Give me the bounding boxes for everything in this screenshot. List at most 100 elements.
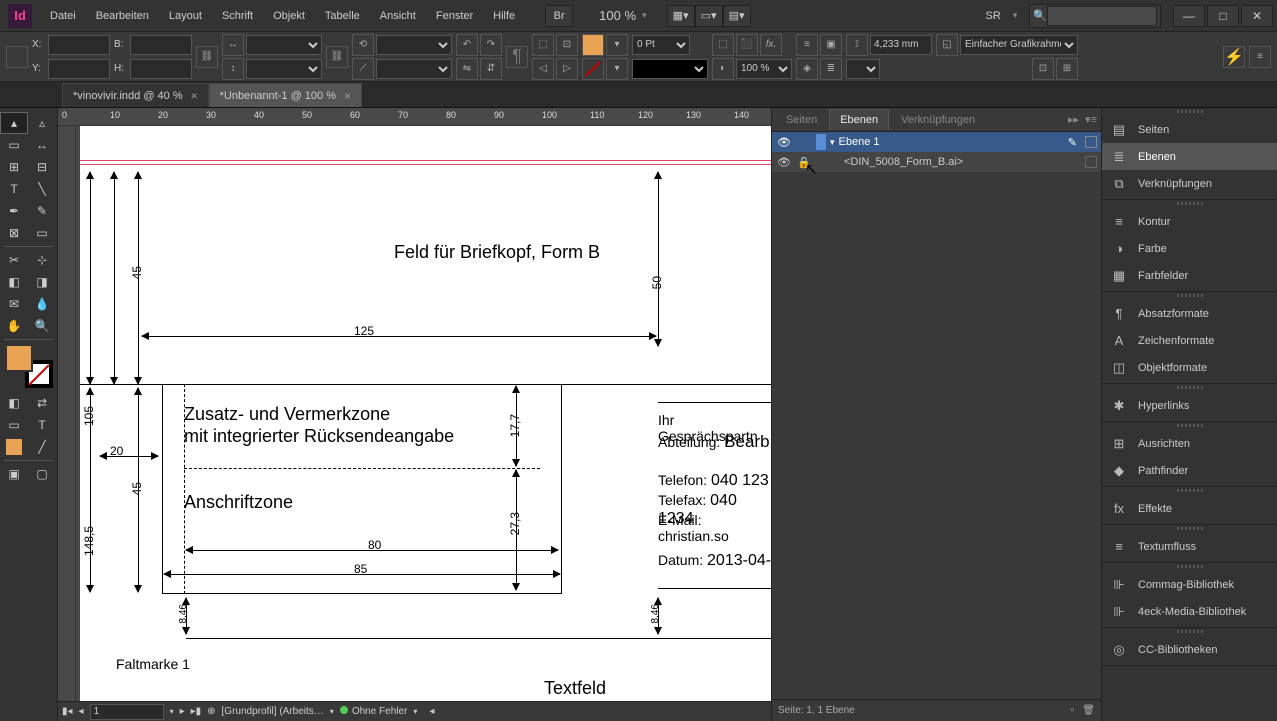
scroll-left-icon[interactable]: ◂: [429, 706, 434, 717]
panel-button-objektformate[interactable]: ◫Objektformate: [1102, 354, 1277, 381]
apply-none-button[interactable]: ╱: [28, 436, 56, 458]
open-icon[interactable]: ⊕: [207, 706, 215, 717]
menu-datei[interactable]: Datei: [40, 10, 86, 22]
fill-color[interactable]: [5, 344, 33, 372]
gradient-swatch-tool[interactable]: ◧: [0, 271, 28, 293]
page-number-input[interactable]: [90, 704, 164, 720]
panel-button-farbfelder[interactable]: ▦Farbfelder: [1102, 262, 1277, 289]
constrain-proportions-button[interactable]: ⛓: [196, 46, 218, 68]
panel-button-textumfluss[interactable]: ≡Textumfluss: [1102, 533, 1277, 560]
y-input[interactable]: [48, 59, 110, 79]
control-menu-button[interactable]: ≡: [1249, 46, 1271, 68]
panel-tab-ebenen[interactable]: Ebenen: [829, 109, 889, 130]
rectangle-tool[interactable]: ▭: [28, 222, 56, 244]
window-maximize-button[interactable]: □: [1207, 5, 1239, 27]
gap-tool[interactable]: ↔: [28, 134, 56, 156]
zoom-level[interactable]: 100 %: [593, 8, 642, 23]
wrap-shape-button[interactable]: ◈: [796, 58, 818, 80]
fill-swatch[interactable]: [582, 34, 604, 56]
rectangle-frame-tool[interactable]: ⊠: [0, 222, 28, 244]
window-minimize-button[interactable]: —: [1173, 5, 1205, 27]
wrap-around-button[interactable]: ▣: [820, 34, 842, 56]
layer-row[interactable]: 👁 🔒 <DIN_5008_Form_B.ai>: [772, 152, 1101, 172]
stroke-weight-input[interactable]: 0 Pt: [632, 35, 690, 55]
menu-bearbeiten[interactable]: Bearbeiten: [86, 10, 159, 22]
vertical-ruler[interactable]: [58, 126, 76, 721]
search-input[interactable]: [1047, 6, 1157, 26]
apply-color-button[interactable]: [6, 439, 22, 455]
horizontal-ruler[interactable]: 0 10 20 30 40 50 60 70 80 90 100 110 120…: [58, 108, 771, 126]
panel-button-hyperlinks[interactable]: ✱Hyperlinks: [1102, 392, 1277, 419]
eyedropper-tool[interactable]: 💧: [28, 293, 56, 315]
corner-options-button[interactable]: ⬛: [736, 34, 758, 56]
quick-apply-button[interactable]: ⚡: [1223, 46, 1245, 68]
document-tab[interactable]: *Unbenannt-1 @ 100 % ×: [209, 83, 362, 107]
frame-fit-select[interactable]: Einfacher Grafikrahmen: [960, 35, 1078, 55]
content-placer-tool[interactable]: ⊟: [28, 156, 56, 178]
type-tool[interactable]: T: [0, 178, 28, 200]
visibility-toggle[interactable]: 👁: [776, 156, 792, 169]
panel-button-commag-bibliothek[interactable]: ⊪Commag-Bibliothek: [1102, 571, 1277, 598]
zoom-tool[interactable]: 🔍: [28, 315, 56, 337]
default-fill-button[interactable]: ◧: [0, 392, 28, 414]
panel-button-effekte[interactable]: fxEffekte: [1102, 495, 1277, 522]
gradient-feather-tool[interactable]: ◨: [28, 271, 56, 293]
rotate-cw-button[interactable]: ↷: [480, 34, 502, 56]
pencil-tool[interactable]: ✎: [28, 200, 56, 222]
panel-button-farbe[interactable]: ◑Farbe: [1102, 235, 1277, 262]
flip-v-button[interactable]: ⇵: [480, 58, 502, 80]
collapse-icon[interactable]: ▸▸: [1068, 113, 1079, 126]
menu-hilfe[interactable]: Hilfe: [483, 10, 525, 22]
opacity-input[interactable]: 100 %: [736, 59, 792, 79]
wrap-none-button[interactable]: ≡: [796, 34, 818, 56]
window-close-button[interactable]: ✕: [1241, 5, 1273, 27]
select-prev-button[interactable]: ◁: [532, 58, 554, 80]
wrap-jump-button[interactable]: ≣: [820, 58, 842, 80]
rotate-ccw-button[interactable]: ↶: [456, 34, 478, 56]
scale-y-input[interactable]: [246, 59, 322, 79]
pen-tool[interactable]: ✒: [0, 200, 28, 222]
fit-frame-button[interactable]: ⊞: [1056, 58, 1078, 80]
w-input[interactable]: [130, 35, 192, 55]
bridge-button[interactable]: Br: [545, 5, 573, 27]
free-transform-tool[interactable]: ⊹: [28, 249, 56, 271]
fit-content-button[interactable]: ⊡: [1032, 58, 1054, 80]
panel-button-4eck-media-bibliothek[interactable]: ⊪4eck-Media-Bibliothek: [1102, 598, 1277, 625]
hand-tool[interactable]: ✋: [0, 315, 28, 337]
panel-tab-seiten[interactable]: Seiten: [776, 110, 827, 130]
panel-button-kontur[interactable]: ≡Kontur: [1102, 208, 1277, 235]
fill-stroke-swatches[interactable]: [5, 344, 53, 388]
delete-layer-button[interactable]: 🗑: [1082, 705, 1095, 716]
formatting-container-button[interactable]: ▭: [0, 414, 28, 436]
close-icon[interactable]: ×: [344, 89, 351, 103]
scissors-tool[interactable]: ✂: [0, 249, 28, 271]
profile-label[interactable]: [Grundprofil] (Arbeits…: [222, 706, 324, 717]
reference-point[interactable]: [6, 46, 28, 68]
panel-button-ebenen[interactable]: ≣Ebenen: [1102, 143, 1277, 170]
arrange-docs-button[interactable]: ▤▾: [723, 5, 751, 27]
note-tool[interactable]: ✉: [0, 293, 28, 315]
flip-h-button[interactable]: ⇋: [456, 58, 478, 80]
menu-fenster[interactable]: Fenster: [426, 10, 483, 22]
shear-input[interactable]: [376, 59, 452, 79]
preview-view-button[interactable]: ▢: [28, 463, 56, 485]
select-content-button[interactable]: ⊡: [556, 34, 578, 56]
preflight-label[interactable]: Ohne Fehler: [352, 706, 408, 717]
select-container-button[interactable]: ⬚: [532, 34, 554, 56]
panel-button-ausrichten[interactable]: ⊞Ausrichten: [1102, 430, 1277, 457]
menu-schrift[interactable]: Schrift: [212, 10, 263, 22]
menu-tabelle[interactable]: Tabelle: [315, 10, 370, 22]
nav-next-icon[interactable]: ▸: [180, 706, 185, 717]
fill-dropdown[interactable]: ▾: [606, 34, 628, 56]
selection-tool[interactable]: ▴: [0, 112, 28, 134]
visibility-toggle[interactable]: 👁: [776, 136, 792, 149]
stroke-style-input[interactable]: [632, 59, 708, 79]
stroke-dropdown[interactable]: ▾: [606, 58, 628, 80]
measure-input[interactable]: [870, 35, 932, 55]
x-input[interactable]: [48, 35, 110, 55]
nav-last-icon[interactable]: ▸▮: [191, 706, 202, 717]
panel-menu-icon[interactable]: ▾≡: [1085, 113, 1097, 126]
h-input[interactable]: [130, 59, 192, 79]
page-tool[interactable]: ▭: [0, 134, 28, 156]
target-icon[interactable]: [1085, 156, 1097, 168]
